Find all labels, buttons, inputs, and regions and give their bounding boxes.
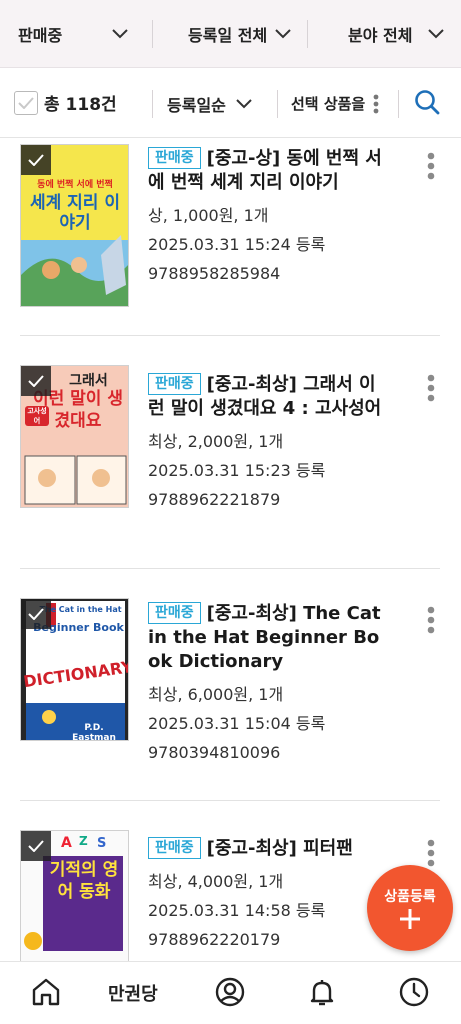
nav-history[interactable] [398, 976, 430, 1012]
date-filter-dropdown[interactable]: 등록일 전체 [188, 0, 291, 68]
item-info: 판매중 [중고-최상] 피터팬 최상, 4,000원, 1개 2025.03.31… [148, 837, 388, 952]
item-checkbox[interactable] [21, 831, 51, 861]
list-toolbar: 총 118건 등록일순 선택 상품을 [0, 68, 461, 138]
clock-icon [399, 977, 429, 1007]
divider [20, 568, 440, 569]
svg-text:S: S [97, 836, 106, 851]
isbn: 9788962220179 [148, 930, 281, 949]
check-icon [18, 96, 34, 109]
category-filter-label: 분야 전체 [348, 25, 413, 45]
select-all-checkbox[interactable] [14, 90, 38, 115]
search-button[interactable] [414, 89, 440, 119]
product-list: 동에 번쩍 서에 번쩍 세계 지리 이야기 판매중 [중고-상] 동에 번쩍 서에… [0, 139, 461, 961]
cover-text: 그래서 [69, 373, 108, 389]
nav-brand[interactable]: 만권당 [108, 980, 158, 1006]
item-checkbox[interactable] [21, 599, 51, 629]
sort-label: 등록일순 [167, 96, 226, 115]
status-badge: 판매중 [148, 602, 201, 624]
status-filter-dropdown[interactable]: 판매중 [18, 0, 128, 68]
cover-text: 세계 지리 이야기 [29, 193, 121, 233]
cover-text: 동에 번쩍 서에 번쩍 [37, 180, 113, 190]
registered-date: 2025.03.31 15:04 등록 [148, 714, 326, 733]
divider [152, 20, 153, 48]
check-icon [28, 608, 44, 620]
status-badge: 판매중 [148, 837, 201, 859]
add-product-button[interactable]: 상품등록 [367, 865, 453, 951]
item-checkbox[interactable] [21, 145, 51, 175]
item-title[interactable]: 판매중 [중고-상] 동에 번쩍 서에 번쩍 세계 지리 이야기 [148, 147, 388, 195]
isbn: 9788958285984 [148, 264, 281, 283]
bulk-action-label: 선택 상품을 [291, 95, 366, 113]
status-filter-label: 판매중 [18, 25, 63, 45]
condition-price: 최상, 2,000원, 1개 [148, 432, 284, 451]
add-product-label: 상품등록 [384, 889, 436, 905]
check-icon [28, 154, 44, 166]
book-cover[interactable]: A Z S 기적의 영어 동화 [20, 830, 129, 961]
category-filter-dropdown[interactable]: 분야 전체 [348, 0, 445, 68]
more-vertical-icon[interactable] [424, 606, 438, 634]
divider [20, 335, 440, 336]
registered-date: 2025.03.31 15:23 등록 [148, 461, 326, 480]
item-title[interactable]: 판매중 [중고-최상] 피터팬 [148, 837, 388, 861]
bottom-nav: 만권당 [0, 961, 461, 1024]
more-vertical-icon[interactable] [424, 374, 438, 402]
check-icon [28, 375, 44, 387]
date-filter-label: 등록일 전체 [188, 25, 268, 45]
bulk-action-menu[interactable]: 선택 상품을 [291, 93, 379, 114]
divider [20, 800, 440, 801]
book-cover[interactable]: 동에 번쩍 서에 번쩍 세계 지리 이야기 [20, 144, 129, 307]
item-checkbox[interactable] [21, 366, 51, 396]
item-title[interactable]: 판매중 [중고-최상] The Cat in the Hat Beginner B… [148, 602, 388, 674]
chevron-down-icon [112, 28, 128, 38]
filter-bar: 판매중 등록일 전체 분야 전체 [0, 0, 461, 68]
chevron-down-icon [236, 99, 252, 109]
item-info: 판매중 [중고-상] 동에 번쩍 서에 번쩍 세계 지리 이야기 상, 1,000… [148, 147, 388, 286]
condition-price: 최상, 4,000원, 1개 [148, 872, 284, 891]
item-meta: 최상, 2,000원, 1개 2025.03.31 15:23 등록 97889… [148, 429, 388, 512]
divider [152, 90, 153, 118]
total-count: 총 118건 [44, 95, 117, 115]
nav-home[interactable] [30, 976, 62, 1012]
cover-text: 고사성어 [25, 406, 49, 426]
divider [307, 20, 308, 48]
registered-date: 2025.03.31 14:58 등록 [148, 901, 326, 920]
cover-text: P.D. Eastman [72, 723, 116, 741]
status-badge: 판매중 [148, 373, 201, 395]
check-icon [28, 840, 44, 852]
item-meta: 최상, 4,000원, 1개 2025.03.31 14:58 등록 97889… [148, 869, 388, 952]
svg-text:Z: Z [79, 834, 88, 848]
more-vertical-icon[interactable] [424, 839, 438, 867]
isbn: 9780394810096 [148, 743, 281, 762]
book-cover[interactable]: The Cat in the Hat Beginner Book DICTION… [20, 598, 129, 741]
more-vertical-icon[interactable] [424, 152, 438, 180]
select-all[interactable]: 총 118건 [14, 90, 117, 115]
search-icon [415, 90, 440, 115]
registered-date: 2025.03.31 15:24 등록 [148, 235, 326, 254]
book-cover[interactable]: 그래서 이런 말이 생겼대요 고사성어 [20, 365, 129, 508]
home-icon [32, 978, 60, 1006]
more-vertical-icon [373, 94, 379, 113]
cover-text: 기적의 영어 동화 [49, 860, 119, 902]
item-info: 판매중 [중고-최상] The Cat in the Hat Beginner B… [148, 602, 388, 765]
sort-dropdown[interactable]: 등록일순 [167, 92, 252, 116]
isbn: 9788962221879 [148, 490, 281, 509]
item-meta: 상, 1,000원, 1개 2025.03.31 15:24 등록 978895… [148, 203, 388, 286]
chevron-down-icon [428, 28, 445, 38]
svg-text:A: A [61, 835, 72, 851]
condition-price: 상, 1,000원, 1개 [148, 206, 269, 225]
chevron-down-icon [275, 28, 291, 38]
item-info: 판매중 [중고-최상] 그래서 이런 말이 생겼대요 4 : 고사성어 최상, 2… [148, 373, 388, 512]
user-icon [215, 977, 245, 1007]
nav-notifications[interactable] [306, 976, 338, 1012]
status-badge: 판매중 [148, 147, 201, 169]
divider [398, 90, 399, 118]
condition-price: 최상, 6,000원, 1개 [148, 685, 284, 704]
item-title-text: [중고-최상] 피터팬 [206, 838, 353, 859]
item-title[interactable]: 판매중 [중고-최상] 그래서 이런 말이 생겼대요 4 : 고사성어 [148, 373, 388, 421]
bell-icon [310, 980, 334, 1006]
nav-profile[interactable] [214, 976, 246, 1012]
item-meta: 최상, 6,000원, 1개 2025.03.31 15:04 등록 97803… [148, 682, 388, 765]
plus-icon [400, 909, 420, 929]
divider [277, 90, 278, 118]
